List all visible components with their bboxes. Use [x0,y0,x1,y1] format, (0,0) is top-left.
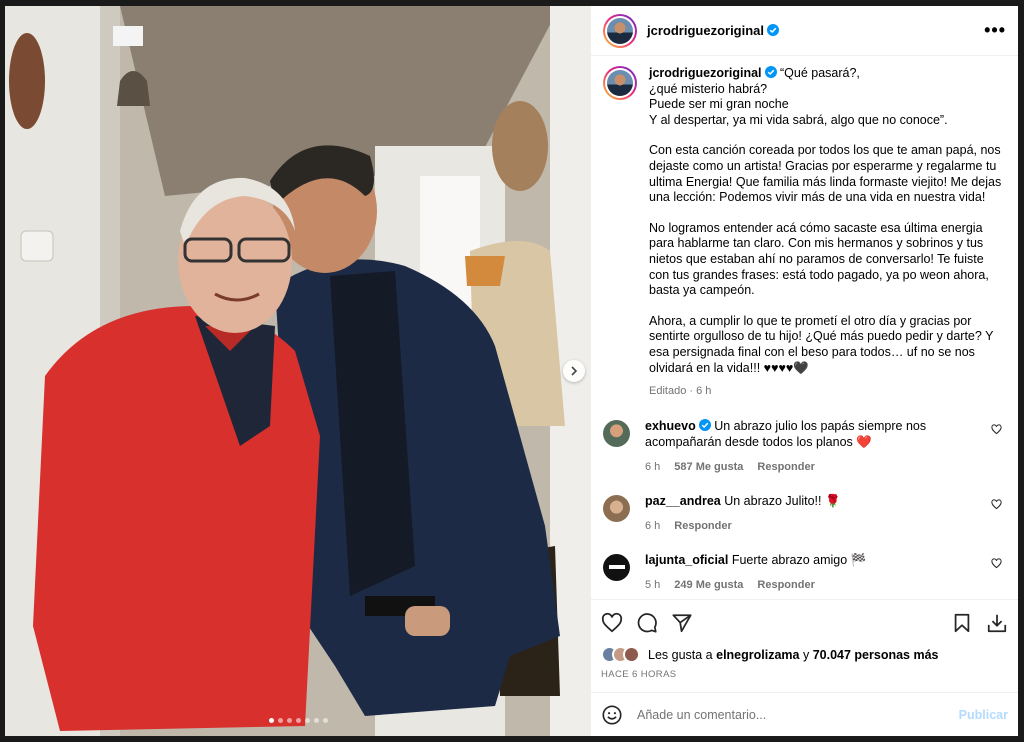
caption: jcrodriguezoriginal “Qué pasará?, ¿qué m… [603,66,1002,400]
heart-icon[interactable] [601,612,623,634]
carousel-next-button[interactable] [563,360,585,382]
chevron-right-icon [571,366,578,376]
comment-body: lajunta_oficial Fuerte abrazo amigo 🏁 5 … [645,552,995,593]
likes-count[interactable]: 70.047 personas más [813,648,939,662]
commenter-username[interactable]: exhuevo [645,419,696,433]
verified-icon [764,66,777,78]
caption-avatar[interactable] [603,66,637,100]
caption-username[interactable]: jcrodriguezoriginal [649,66,762,80]
carousel-indicator [269,718,328,723]
likes-prefix: Les gusta a [648,647,713,662]
post-photo[interactable] [5,6,590,736]
caption-paragraph: Con esta canción coreada por todos los q… [649,143,1002,205]
comment-body: paz__andrea Un abrazo Julito!! 🌹 6 h Res… [645,493,995,534]
action-icons [601,610,1008,636]
carousel-dot [314,718,319,723]
comment-item: lajunta_oficial Fuerte abrazo amigo 🏁 5 … [603,552,1002,593]
comment-meta: 6 h Responder [645,518,995,534]
like-comment-icon[interactable] [991,424,1002,435]
author-avatar[interactable] [603,13,637,48]
comment-text: Un abrazo Julito!! 🌹 [724,493,841,508]
comment-item: exhuevo Un abrazo julio los papás siempr… [603,418,1002,475]
carousel-dot [269,718,274,723]
caption-paragraph: jcrodriguezoriginal “Qué pasará?, ¿qué m… [649,66,1002,128]
caption-paragraph: Ahora, a cumplir lo que te prometí el ot… [649,313,994,375]
commenter-username[interactable]: paz__andrea [645,494,721,508]
carousel-dot [323,718,328,723]
carousel-dot [278,718,283,723]
comment-body: exhuevo Un abrazo julio los papás siempr… [645,418,995,475]
likes-middle: y [802,647,810,662]
caption-timestamp: Editado · 6 h [649,385,712,398]
reply-button[interactable]: Responder [757,459,814,475]
likes-summary: Les gusta a elnegrolizama y 70.047 perso… [601,646,1008,663]
commenter-username[interactable]: lajunta_oficial [645,553,728,567]
comment-time: 5 h [645,578,661,591]
caption-paragraph: No logramos entender acá cómo sacaste es… [649,220,989,298]
comment-meta: 6 h 587 Me gusta Responder [645,459,995,475]
comment-meta: 5 h 249 Me gusta Responder [645,577,995,593]
liker-avatars[interactable] [601,646,640,663]
comment-icon[interactable] [636,612,658,634]
carousel-dot [287,718,292,723]
comment-time: 6 h [645,460,661,473]
more-options-button[interactable]: ••• [984,20,1006,41]
emoji-icon[interactable] [601,704,623,726]
verified-icon [767,24,780,36]
post-actions: Les gusta a elnegrolizama y 70.047 perso… [591,599,1018,680]
download-icon[interactable] [986,612,1008,634]
photo-illustration [5,6,590,736]
comments-scroll-area[interactable]: jcrodriguezoriginal “Qué pasará?, ¿qué m… [591,56,1018,599]
comment-composer: Publicar [591,692,1018,736]
comment-likes[interactable]: 587 Me gusta [674,459,743,475]
comment-likes[interactable]: 249 Me gusta [674,577,743,593]
commenter-avatar[interactable] [603,494,630,522]
caption-body: jcrodriguezoriginal “Qué pasará?, ¿qué m… [649,66,1002,400]
author-username[interactable]: jcrodriguezoriginal [647,23,780,38]
carousel-dot [296,718,301,723]
post-side-panel: jcrodriguezoriginal ••• jcrodriguezorigi… [590,6,1018,736]
share-icon[interactable] [671,612,693,634]
bookmark-icon[interactable] [951,612,973,634]
commenter-avatar[interactable] [603,553,630,581]
comment-time: 6 h [645,519,661,532]
post-time-ago: HACE 6 HORAS [601,669,677,680]
comment-text: Fuerte abrazo amigo 🏁 [731,552,867,567]
carousel-dot [305,718,310,723]
commenter-avatar[interactable] [603,419,630,447]
reply-button[interactable]: Responder [674,518,731,534]
reply-button[interactable]: Responder [757,577,814,593]
liker-username[interactable]: elnegrolizama [716,648,799,662]
like-comment-icon[interactable] [991,558,1002,569]
comment-input[interactable] [637,707,959,722]
like-comment-icon[interactable] [991,499,1002,510]
post-header: jcrodriguezoriginal ••• [591,6,1018,56]
post-modal: jcrodriguezoriginal ••• jcrodriguezorigi… [5,6,1018,736]
author-username-text[interactable]: jcrodriguezoriginal [647,23,764,38]
comment-item: paz__andrea Un abrazo Julito!! 🌹 6 h Res… [603,493,1002,534]
verified-icon [698,418,711,431]
publish-button[interactable]: Publicar [959,708,1008,722]
